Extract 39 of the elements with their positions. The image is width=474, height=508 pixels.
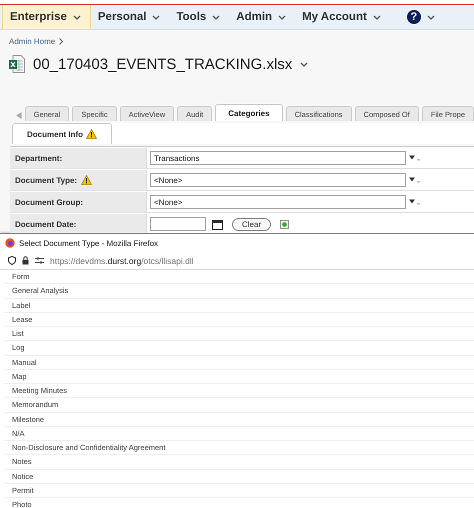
- field-label: Document Type:: [15, 176, 78, 184]
- menu-item[interactable]: Tools: [169, 5, 230, 29]
- menu-item[interactable]: My Account: [295, 5, 390, 29]
- tab[interactable]: Categories: [215, 104, 283, 121]
- shield-icon: [8, 256, 16, 265]
- document-title: 00_170403_EVENTS_TRACKING.xlsx: [33, 56, 292, 72]
- calendar-icon[interactable]: [212, 218, 223, 230]
- date-field[interactable]: [150, 217, 206, 231]
- dropdown-icon[interactable]: [409, 199, 420, 205]
- dropdown-icon[interactable]: [409, 177, 420, 183]
- clear-button[interactable]: Clear: [232, 218, 272, 230]
- field-label: Document Group:: [15, 198, 83, 206]
- breadcrumb-link[interactable]: Admin Home: [9, 36, 56, 46]
- add-icon[interactable]: [280, 220, 290, 228]
- dropdown-caret-icon: [300, 62, 308, 66]
- lock-icon: [22, 256, 29, 265]
- caret-icon: [72, 14, 81, 20]
- help-menu[interactable]: ?: [400, 5, 444, 29]
- select-field[interactable]: <None>: [150, 195, 406, 209]
- spreadsheet-file-icon: [9, 55, 25, 73]
- field-label: Document Date:: [15, 220, 76, 228]
- caret-icon: [426, 14, 435, 20]
- caret-icon: [372, 14, 381, 20]
- window-title: Select Document Type - Mozilla Firefox: [19, 238, 158, 248]
- chevron-icon: [59, 38, 64, 44]
- dropdown-icon[interactable]: [409, 155, 420, 161]
- menu-item[interactable]: Enterprise: [2, 5, 91, 29]
- caret-icon: [152, 14, 160, 20]
- caret-icon: [278, 14, 286, 20]
- browser-logo-icon: [5, 238, 15, 248]
- menu-item[interactable]: Admin: [229, 5, 296, 29]
- subtab[interactable]: Document Info: [12, 123, 112, 144]
- menu-item[interactable]: Personal: [90, 5, 170, 29]
- caret-icon: [212, 14, 220, 20]
- select-field[interactable]: Transactions: [150, 151, 406, 165]
- select-field[interactable]: <None>: [150, 173, 406, 187]
- settings-icon: [35, 257, 44, 264]
- field-label: Department:: [15, 154, 62, 162]
- url-text: https://devdms.durst.org/otcs/llisapi.dll: [50, 256, 194, 266]
